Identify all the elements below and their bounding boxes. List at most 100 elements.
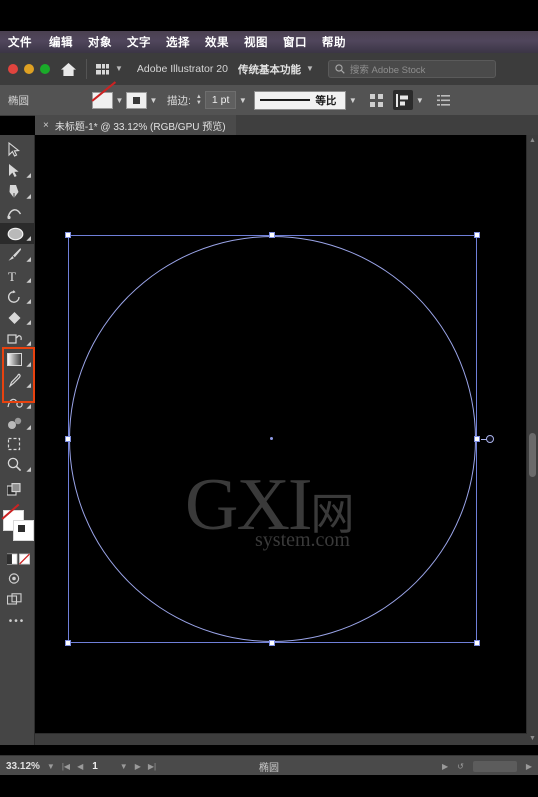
minimize-window-button[interactable] [24,64,34,74]
paintbrush-tool[interactable]: ◢ [0,244,34,265]
status-next-icon[interactable]: ▶ [526,762,532,771]
selection-tool[interactable] [0,139,34,160]
live-shape-width-widget[interactable] [486,435,494,443]
svg-text:T: T [8,269,16,283]
artboard-number[interactable]: 1 [92,761,98,772]
tool-group-triangle-icon: ◢ [26,194,31,200]
tool-group-triangle-icon: ◢ [26,404,31,410]
menu-effect[interactable]: 效果 [205,34,229,50]
free-transform-tool[interactable]: ◢ [0,328,34,349]
status-right-controls: ▶ ↺ ▶ [442,760,532,772]
stroke-weight-value[interactable]: 1 pt [204,91,237,109]
close-icon[interactable]: × [43,120,49,131]
chevron-down-icon[interactable]: ▼ [115,65,123,73]
handle-top-left[interactable] [65,232,71,238]
stroke-profile-label: 等比 [315,94,337,107]
rotate-tool[interactable]: ◢ [0,286,34,307]
adobe-stock-search[interactable]: 搜索 Adobe Stock [327,60,496,78]
stroke-profile-select[interactable]: 等比 [254,90,347,110]
stroke-weight-chevron-down-icon[interactable]: ▼ [236,92,249,109]
arrange-documents-icon[interactable] [96,63,110,75]
fill-and-stroke-swatches [0,503,34,550]
last-artboard-button[interactable]: ▶| [148,762,156,771]
shape-builder-tool[interactable]: ◢ [0,307,34,328]
menu-help[interactable]: 帮助 [322,34,346,50]
type-tool[interactable]: T ◢ [0,265,34,286]
stroke-color-swatch[interactable] [126,91,147,109]
handle-top-center[interactable] [269,232,275,238]
handle-bottom-right[interactable] [474,640,480,646]
stroke-profile-chevron-down-icon[interactable]: ▼ [346,92,359,109]
control-bar: 椭圆 ▼ ▼ 描边: ▲ ▼ 1 pt ▼ 等比 ▼ ▼ [0,85,538,116]
color-modes-row[interactable] [0,550,34,568]
fill-chevron-down-icon[interactable]: ▼ [113,92,126,109]
workspace-chevron-down-icon[interactable]: ▼ [306,65,314,73]
document-tab[interactable]: × 未标题-1* @ 33.12% (RGB/GPU 预览) [35,115,236,135]
eyedropper-tool[interactable]: ◢ [0,370,34,391]
window-controls [0,64,50,74]
next-artboard-button[interactable]: ▶ [135,762,141,771]
menu-edit[interactable]: 编辑 [49,34,73,50]
status-play-icon[interactable]: ▶ [442,762,448,771]
tool-group-triangle-icon: ◢ [26,299,31,305]
zoom-tool[interactable]: ◢ [0,454,34,475]
artboard-tool[interactable] [0,433,34,454]
handle-bottom-center[interactable] [269,640,275,646]
screen-mode-icon[interactable] [0,589,34,610]
stroke-swatch-toolbar[interactable] [13,520,34,541]
align-icon[interactable] [366,90,386,110]
tool-group-triangle-icon: ◢ [26,278,31,284]
status-bar: 33.12% ▼ |◀ ◀ 1 ▼ ▶ ▶| 椭圆 ▶ ↺ ▶ [0,755,538,776]
curvature-tool[interactable] [0,202,34,223]
maximize-window-button[interactable] [40,64,50,74]
canvas-horizontal-scrollbar[interactable] [35,733,527,745]
illustrator-window: 文件 编辑 对象 文字 选择 效果 视图 窗口 帮助 ▼ Adobe Illus… [0,0,538,797]
status-grip[interactable] [472,760,517,772]
gradient-tool[interactable]: ◢ [0,349,34,370]
arrange-icon[interactable] [393,90,414,110]
tool-group-triangle-icon: ◢ [26,383,31,389]
tool-group-triangle-icon: ◢ [26,341,31,347]
zoom-chevron-down-icon[interactable]: ▼ [47,762,55,771]
first-artboard-button[interactable]: |◀ [62,762,70,771]
menu-window[interactable]: 窗口 [283,34,307,50]
canvas-vertical-scrollbar[interactable]: ▲ ▼ [526,135,538,745]
scroll-up-icon[interactable]: ▲ [527,135,538,147]
home-icon[interactable] [60,62,77,77]
menu-file[interactable]: 文件 [8,34,32,50]
menu-type[interactable]: 文字 [127,34,151,50]
options-list-icon[interactable] [433,90,453,110]
handle-middle-left[interactable] [65,436,71,442]
change-screen-mode-icon[interactable] [0,479,34,500]
symbol-sprayer-tool[interactable]: ◢ [0,412,34,433]
pen-tool[interactable]: ◢ [0,181,34,202]
fill-color-swatch[interactable] [92,91,113,109]
menu-select[interactable]: 选择 [166,34,190,50]
draw-mode-icon[interactable] [0,568,34,589]
handle-middle-right[interactable] [474,436,480,442]
more-tools-button[interactable]: ••• [0,616,34,627]
stroke-chevron-down-icon[interactable]: ▼ [147,92,160,109]
letterbox-bottom [0,775,538,797]
canvas-area[interactable]: GXI网 system.com 绘制一个正圆形 ▲ ▼ [35,135,538,745]
vertical-scroll-thumb[interactable] [529,433,536,477]
document-tab-bar: × 未标题-1* @ 33.12% (RGB/GPU 预览) [35,115,538,136]
artboard-chevron-down-icon[interactable]: ▼ [120,762,128,771]
workspace-switcher[interactable]: 传统基本功能 [238,62,301,77]
scroll-down-icon[interactable]: ▼ [527,733,538,745]
stroke-weight-stepper[interactable]: ▲ ▼ [196,94,202,106]
blend-tool[interactable]: ◢ [0,391,34,412]
menu-view[interactable]: 视图 [244,34,268,50]
handle-bottom-left[interactable] [65,640,71,646]
ellipse-tool[interactable]: ◢ [0,223,34,244]
previous-artboard-button[interactable]: ◀ [77,762,83,771]
menu-object[interactable]: 对象 [88,34,112,50]
arrange-chevron-down-icon[interactable]: ▼ [413,92,426,109]
tools-panel: ◢ ◢ ◢ ◢ T ◢ ◢ ◢ ◢ ◢ ◢ ◢ ◢ ◢ ••• [0,135,35,745]
status-history-icon[interactable]: ↺ [457,762,464,771]
direct-selection-tool[interactable]: ◢ [0,160,34,181]
close-window-button[interactable] [8,64,18,74]
app-title: Adobe Illustrator 20 [136,63,228,75]
handle-top-right[interactable] [474,232,480,238]
zoom-level[interactable]: 33.12% [6,761,40,772]
